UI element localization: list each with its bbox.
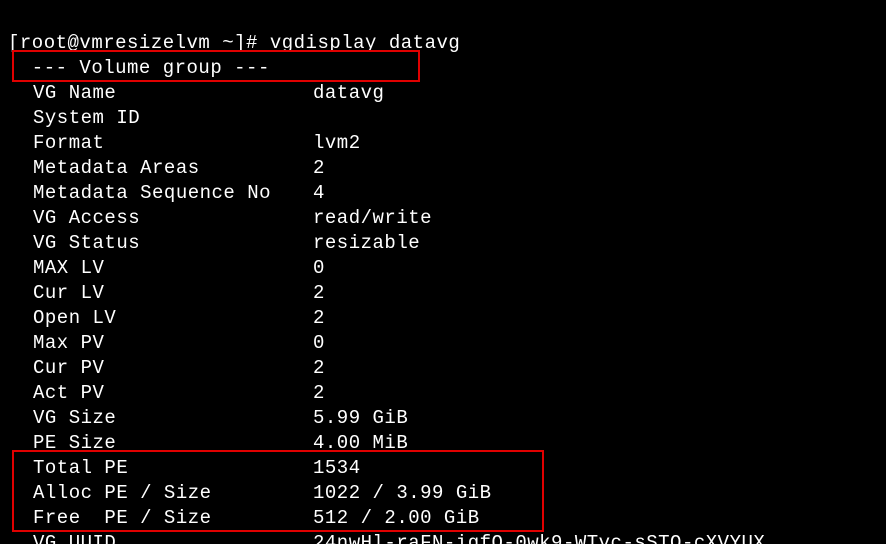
field-value: 512 / 2.00 GiB bbox=[313, 506, 480, 531]
terminal-output: [root@vmresizelvm ~]# vgdisplay datavg -… bbox=[0, 0, 886, 544]
field-label: Cur LV bbox=[8, 281, 313, 306]
field-label: Free PE / Size bbox=[8, 506, 313, 531]
section-header: --- Volume group --- bbox=[8, 57, 270, 79]
field-label: Metadata Sequence No bbox=[8, 181, 313, 206]
field-value: 2 bbox=[313, 381, 325, 406]
field-label: VG Name bbox=[8, 81, 313, 106]
field-value: datavg bbox=[313, 81, 384, 106]
field-label: VG Status bbox=[8, 231, 313, 256]
field-value: 0 bbox=[313, 256, 325, 281]
field-label: MAX LV bbox=[8, 256, 313, 281]
field-label: Format bbox=[8, 131, 313, 156]
field-label: PE Size bbox=[8, 431, 313, 456]
field-label: VG UUID bbox=[8, 531, 313, 544]
field-value: 2 bbox=[313, 306, 325, 331]
field-value: read/write bbox=[313, 206, 432, 231]
field-label: System ID bbox=[8, 106, 313, 131]
field-label: Open LV bbox=[8, 306, 313, 331]
field-label: Alloc PE / Size bbox=[8, 481, 313, 506]
field-label: Total PE bbox=[8, 456, 313, 481]
field-value: 2 bbox=[313, 156, 325, 181]
field-value: 0 bbox=[313, 331, 325, 356]
shell-command: vgdisplay datavg bbox=[270, 32, 460, 54]
field-label: Max PV bbox=[8, 331, 313, 356]
field-value: 2 bbox=[313, 281, 325, 306]
field-label: Metadata Areas bbox=[8, 156, 313, 181]
shell-prompt: [root@vmresizelvm ~]# bbox=[8, 32, 270, 54]
field-value: 2 bbox=[313, 356, 325, 381]
field-label: Act PV bbox=[8, 381, 313, 406]
field-value: resizable bbox=[313, 231, 420, 256]
field-value: lvm2 bbox=[313, 131, 361, 156]
field-value: 5.99 GiB bbox=[313, 406, 408, 431]
field-value: 24nwHl-raFN-igfO-0wk9-WTvc-sSTO-cXVYUX bbox=[313, 531, 765, 544]
field-value: 4 bbox=[313, 181, 325, 206]
field-value: 1022 / 3.99 GiB bbox=[313, 481, 492, 506]
field-label: VG Size bbox=[8, 406, 313, 431]
field-value: 4.00 MiB bbox=[313, 431, 408, 456]
field-label: Cur PV bbox=[8, 356, 313, 381]
field-value: 1534 bbox=[313, 456, 361, 481]
field-label: VG Access bbox=[8, 206, 313, 231]
terminal-window[interactable]: [root@vmresizelvm ~]# vgdisplay datavg -… bbox=[0, 0, 886, 544]
